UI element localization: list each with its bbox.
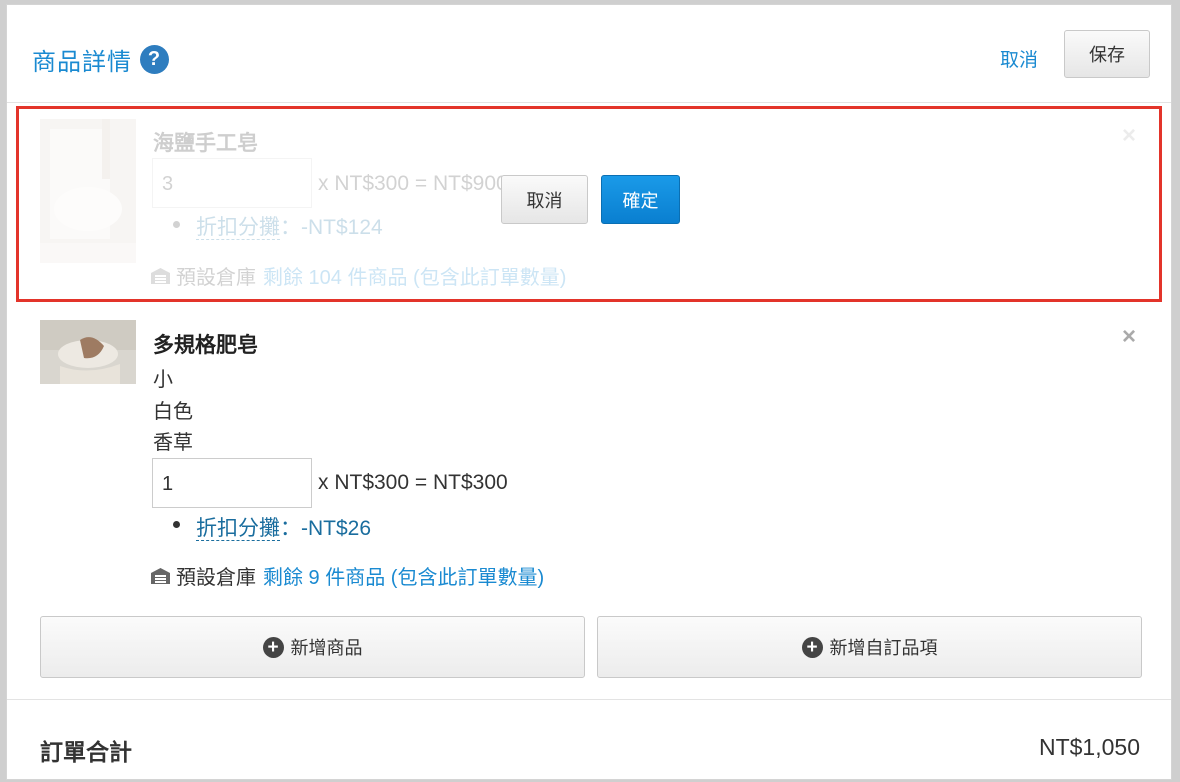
stock-link[interactable]: 剩餘 9 件商品 (包含此訂單數量) (263, 561, 544, 590)
order-items-panel: 商品詳情 ? 取消 保存 海鹽手工皂 3 x NT$300 = NT$900 折… (6, 4, 1172, 780)
order-total-label: 訂單合計 (40, 739, 132, 765)
line-item-2: 多規格肥皂 小 白色 香草 1 x NT$300 = NT$300 折扣分攤：-… (7, 305, 1171, 605)
plus-circle-icon: + (801, 636, 823, 658)
warehouse-line: 預設倉庫 剩餘 9 件商品 (包含此訂單數量) (151, 561, 544, 590)
discount-line: 折扣分攤：-NT$26 (196, 512, 371, 542)
quantity-input[interactable]: 1 (152, 458, 312, 508)
add-product-button[interactable]: + 新增商品 (40, 616, 585, 678)
item-name: 多規格肥皂 (153, 334, 258, 357)
warehouse-label: 預設倉庫 (176, 567, 256, 589)
inline-confirm-button[interactable]: 確定 (601, 175, 680, 224)
highlight-box (16, 106, 1162, 302)
inline-cancel-button[interactable]: 取消 (501, 175, 588, 224)
discount-label[interactable]: 折扣分攤 (196, 517, 280, 541)
variant-color: 白色 (153, 401, 193, 423)
bullet (173, 521, 180, 528)
add-custom-item-button[interactable]: + 新增自訂品項 (597, 616, 1142, 678)
product-thumbnail-multi-soap (40, 320, 136, 384)
variant-size: 小 (153, 369, 173, 391)
price-line: x NT$300 = NT$300 (318, 471, 508, 494)
remove-item-icon[interactable]: × (1122, 323, 1136, 351)
add-custom-label: 新增自訂品項 (829, 638, 938, 658)
plus-circle-icon: + (262, 636, 284, 658)
discount-value: ：-NT$26 (280, 517, 372, 540)
add-product-label: 新增商品 (290, 638, 363, 658)
warehouse-icon (151, 567, 170, 584)
order-total-value: NT$1,050 (1038, 734, 1140, 760)
order-summary: 訂單合計 NT$1,050 (7, 699, 1171, 781)
variant-scent: 香草 (153, 432, 193, 454)
